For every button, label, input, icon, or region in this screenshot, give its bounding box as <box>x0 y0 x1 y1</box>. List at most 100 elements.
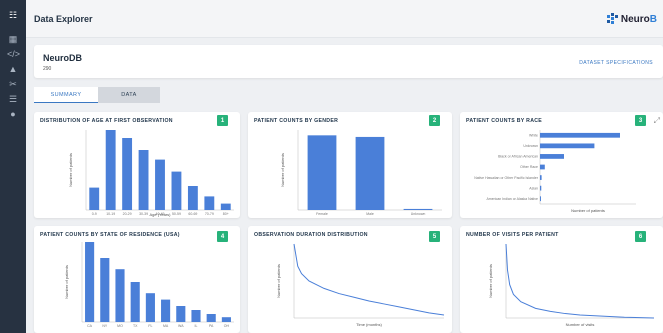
x-tick-label: Male <box>366 212 374 216</box>
logo-text-b: B <box>649 13 657 25</box>
y-axis-label: Number of patients <box>276 264 281 298</box>
layers-icon[interactable]: ☰ <box>7 94 19 104</box>
dataset-card: NeuroDB 290 DATASET SPECIFICATIONS <box>34 45 663 78</box>
x-tick-label: 30-39 <box>139 212 148 216</box>
x-tick-label: 50-59 <box>172 212 181 216</box>
x-tick-label: WA <box>178 324 184 328</box>
dataset-name: NeuroDB <box>43 53 83 63</box>
race-counts-chart: White Unknown Black or African American Oth… <box>474 130 636 213</box>
bar <box>307 135 337 210</box>
dataset-specifications-link[interactable]: DATASET SPECIFICATIONS <box>579 60 653 66</box>
bar <box>540 185 542 191</box>
bar <box>221 317 231 322</box>
bar <box>176 306 186 322</box>
user-icon[interactable]: ● <box>7 109 19 119</box>
x-tick-label: Female <box>316 212 328 216</box>
bar <box>403 208 433 210</box>
y-axis-label: Number of patients <box>64 265 69 299</box>
neurodb-logo-icon <box>606 13 618 24</box>
age-distribution-chart: 0-9 10-19 20-29 30-39 40-49 50-59 60-69 70-79 80… <box>68 130 234 217</box>
bar <box>540 196 541 202</box>
series-line <box>505 243 655 319</box>
app-title: Data Explorer <box>34 14 93 24</box>
y-axis-label: Number of patients <box>488 264 493 298</box>
bar <box>105 130 116 210</box>
tab-summary[interactable]: SUMMARY <box>34 87 98 103</box>
y-tick-label: White <box>529 133 538 137</box>
x-tick-label: Unknown <box>411 212 426 216</box>
x-tick-label: FL <box>148 324 152 328</box>
bar <box>540 175 542 180</box>
dashboard-icon[interactable]: ▦ <box>7 34 19 44</box>
x-tick-label: MO <box>117 324 123 328</box>
x-tick-label: OH <box>224 324 230 328</box>
dataset-count: 290 <box>43 66 52 72</box>
bar <box>540 132 620 138</box>
x-tick-label: 0-9 <box>92 212 97 216</box>
y-tick-label: Asian <box>529 186 538 190</box>
state-counts-card: PATIENT COUNTS BY STATE OF RESIDENCE (US… <box>34 226 240 333</box>
logo: NeuroB <box>606 11 657 27</box>
x-axis-label: Number of patients <box>571 208 605 213</box>
state-counts-chart: CA NY MO TX FL MA WA IL PA OH Number of patients <box>64 242 234 328</box>
series-line <box>293 243 445 316</box>
x-tick-label: CA <box>87 324 93 328</box>
x-tick-label: PA <box>209 324 214 328</box>
bar <box>204 196 215 210</box>
observation-duration-card: OBSERVATION DURATION DISTRIBUTION 5 Time… <box>248 226 452 333</box>
visits-per-patient-card: NUMBER OF VISITS PER PATIENT 6 Number of… <box>460 226 663 333</box>
x-tick-label: IL <box>195 324 198 328</box>
y-tick-label: American Indian or Alaska Native <box>486 197 538 201</box>
bar <box>171 171 182 210</box>
bar <box>155 159 165 210</box>
x-tick-label: 60-69 <box>188 212 197 216</box>
bar <box>355 136 385 210</box>
gender-counts-card: PATIENT COUNTS BY GENDER 2 Female Male Unk… <box>248 112 452 218</box>
bar <box>540 164 545 170</box>
y-axis-label: Number of patients <box>280 153 285 187</box>
race-counts-card: PATIENT COUNTS BY RACE 3 ⤢ White Unknown B… <box>460 112 663 218</box>
bar <box>89 187 100 210</box>
tab-data[interactable]: DATA <box>98 87 160 103</box>
code-icon[interactable]: </> <box>7 49 20 59</box>
bar <box>130 282 140 322</box>
y-tick-label: Other Race <box>520 165 538 169</box>
observation-duration-chart: Time (months) Number of patients <box>276 243 445 327</box>
visits-per-patient-chart: Number of visits Number of patients <box>488 243 655 327</box>
y-tick-label: Black or African American <box>498 155 538 159</box>
x-axis-label: Number of visits <box>566 322 595 327</box>
bar <box>191 310 201 322</box>
y-tick-label: Native Hawaiian or Other Pacific Islande… <box>474 176 539 180</box>
y-axis-label: Number of patients <box>68 153 73 187</box>
bar <box>145 293 155 322</box>
x-axis-label: Time (months) <box>356 322 382 327</box>
gender-counts-chart: Female Male Unknown Number of patients <box>280 130 442 216</box>
bar <box>85 242 95 322</box>
bar <box>115 269 125 322</box>
x-tick-label: MA <box>163 324 169 328</box>
logo-text-a: Neuro <box>620 13 650 25</box>
menu-icon[interactable]: ☷ <box>7 10 19 20</box>
x-tick-label: NY <box>102 324 108 328</box>
x-axis-label: Age (Years) <box>150 212 172 217</box>
x-tick-label: 70-79 <box>205 212 214 216</box>
cut-icon[interactable]: ✂ <box>7 79 19 89</box>
bar <box>220 203 231 210</box>
bar <box>187 186 198 210</box>
x-tick-label: 20-29 <box>123 212 132 216</box>
bar <box>540 143 595 149</box>
bar <box>206 314 216 322</box>
x-tick-label: TX <box>133 324 138 328</box>
x-tick-label: 10-19 <box>106 212 115 216</box>
chart-icon[interactable]: ▲ <box>7 64 19 74</box>
bar <box>540 154 564 159</box>
bar <box>122 138 133 210</box>
top-bar: Data Explorer NeuroB <box>26 0 663 38</box>
y-tick-label: Unknown <box>523 144 538 148</box>
tab-bar: SUMMARY DATA <box>34 87 160 103</box>
age-distribution-card: DISTRIBUTION OF AGE AT FIRST OBSERVATION… <box>34 112 240 218</box>
x-tick-label: 80+ <box>223 212 229 216</box>
sidebar: ☷ ▦ </> ▲ ✂ ☰ ● <box>0 0 26 333</box>
bar <box>100 258 110 322</box>
bar <box>138 150 149 210</box>
